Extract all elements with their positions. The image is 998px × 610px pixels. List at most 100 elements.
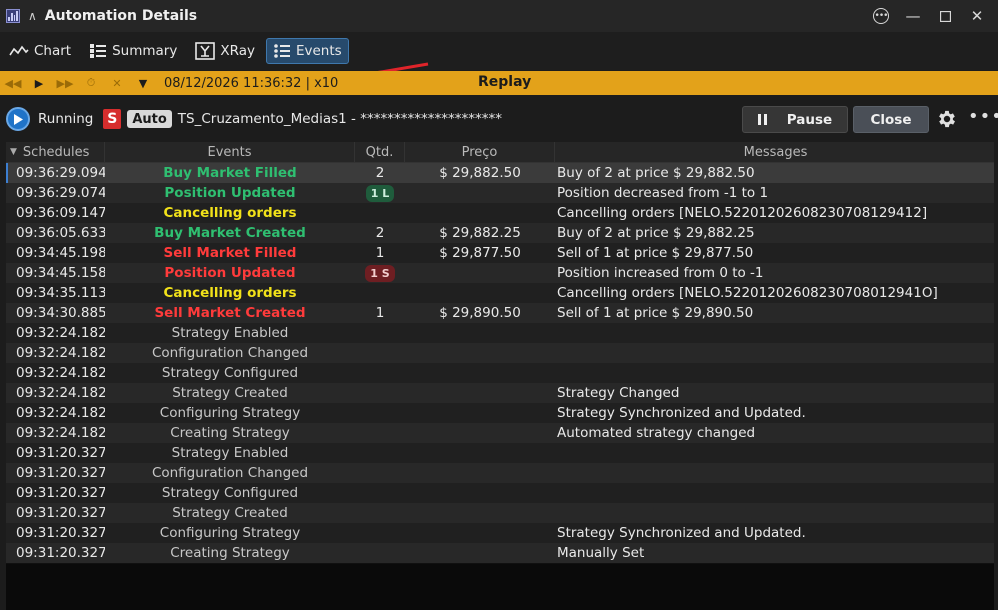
table-row[interactable]: 09:36:29.094 Buy Market Filled 2 $ 29,882.5… xyxy=(6,163,994,183)
minimize-icon[interactable]: — xyxy=(900,3,926,29)
table-row[interactable]: 09:31:20.327 Strategy Configured xyxy=(6,483,994,503)
cell-message: Cancelling orders [NELO.5220120260823070… xyxy=(557,285,938,301)
table-row[interactable]: 09:34:45.158 Position Updated 1 S Position … xyxy=(6,263,994,283)
cell-price xyxy=(405,423,555,443)
tab-chart[interactable]: Chart xyxy=(2,38,78,64)
table-row[interactable]: 09:31:20.327 Configuration Changed xyxy=(6,463,994,483)
cell-message xyxy=(555,323,994,343)
table-row[interactable]: 09:31:20.327 Configuring Strategy Strategy… xyxy=(6,523,994,543)
cell-schedule: 09:32:24.182 xyxy=(16,325,105,341)
stop-icon[interactable]: ✕ xyxy=(104,72,130,94)
cell-schedule: 09:31:20.327 xyxy=(16,465,105,481)
running-play-icon[interactable] xyxy=(6,107,30,131)
cell-qtd xyxy=(355,323,405,343)
collapse-caret-icon[interactable]: ∧ xyxy=(28,9,37,23)
gear-icon[interactable] xyxy=(936,108,958,130)
cell-price xyxy=(405,263,555,283)
table-row[interactable]: 09:31:20.327 Strategy Created xyxy=(6,503,994,523)
cell-event: Strategy Enabled xyxy=(171,325,289,341)
tab-chart-label: Chart xyxy=(34,43,72,59)
tab-xray[interactable]: XRay xyxy=(188,38,262,64)
cell-message: Buy of 2 at price $ 29,882.25 xyxy=(557,225,755,241)
table-row[interactable]: 09:34:35.113 Cancelling orders Cancelling … xyxy=(6,283,994,303)
events-list-icon xyxy=(273,43,291,59)
cell-message: Cancelling orders [NELO.5220120260823070… xyxy=(557,205,928,221)
table-header: ▼ Schedules Events Qtd. Preço Messages xyxy=(6,142,994,163)
replay-label: Replay xyxy=(478,74,532,90)
table-row[interactable]: 09:32:24.182 Configuring Strategy Strategy… xyxy=(6,403,994,423)
header-price[interactable]: Preço xyxy=(405,142,555,162)
table-row[interactable]: 09:32:24.182 Strategy Created Strategy Cha… xyxy=(6,383,994,403)
cell-schedule: 09:34:45.198 xyxy=(16,245,105,261)
cell-qtd: 2 xyxy=(375,165,385,181)
cell-qtd xyxy=(355,543,405,563)
timer-icon[interactable]: ⏱ xyxy=(78,72,104,94)
header-qtd[interactable]: Qtd. xyxy=(355,142,405,162)
cell-price xyxy=(405,203,555,223)
cell-message xyxy=(555,363,994,383)
table-row[interactable]: 09:36:09.147 Cancelling orders Cancelling … xyxy=(6,203,994,223)
cell-price: $ 29,882.50 xyxy=(439,165,521,181)
cell-qtd xyxy=(355,523,405,543)
table-body: 09:36:29.094 Buy Market Filled 2 $ 29,882.5… xyxy=(6,163,994,563)
table-row[interactable]: 09:32:24.182 Strategy Enabled xyxy=(6,323,994,343)
cell-message: Automated strategy changed xyxy=(557,425,756,441)
cell-price xyxy=(405,183,555,203)
cell-event: Creating Strategy xyxy=(170,545,290,561)
play-icon[interactable]: ▶ xyxy=(26,72,52,94)
maximize-icon[interactable] xyxy=(932,3,958,29)
close-button-label: Close xyxy=(870,111,912,128)
cell-price xyxy=(405,503,555,523)
header-events[interactable]: Events xyxy=(105,142,355,162)
line-chart-icon xyxy=(9,45,29,57)
pause-button-label: Pause xyxy=(786,111,833,128)
cell-message: Strategy Synchronized and Updated. xyxy=(557,525,806,541)
table-row[interactable]: 09:32:24.182 Strategy Configured xyxy=(6,363,994,383)
cell-event: Sell Market Created xyxy=(154,305,306,321)
more-options-icon[interactable]: ••• xyxy=(868,3,894,29)
pause-button[interactable]: Pause xyxy=(742,106,848,133)
cell-message: Position decreased from -1 to 1 xyxy=(557,185,769,201)
header-schedules[interactable]: ▼ Schedules xyxy=(6,142,105,162)
cell-price xyxy=(405,463,555,483)
summary-list-icon xyxy=(89,43,107,59)
cell-qtd xyxy=(355,283,405,303)
cell-event: Sell Market Filled xyxy=(163,245,297,261)
tab-summary[interactable]: Summary xyxy=(82,38,184,64)
close-button[interactable]: Close xyxy=(853,106,929,133)
cell-event: Configuring Strategy xyxy=(159,525,301,541)
cell-event: Configuration Changed xyxy=(151,465,309,481)
close-window-icon[interactable]: ✕ xyxy=(964,3,990,29)
table-row[interactable]: 09:34:30.885 Sell Market Created 1 $ 29,890… xyxy=(6,303,994,323)
cell-price xyxy=(405,283,555,303)
cell-schedule: 09:36:05.633 xyxy=(16,225,105,241)
table-row[interactable]: 09:32:24.182 Creating Strategy Automated s… xyxy=(6,423,994,443)
fast-forward-icon[interactable]: ▶▶ xyxy=(52,72,78,94)
window-controls: ••• — ✕ xyxy=(868,0,990,32)
cell-price xyxy=(405,363,555,383)
table-row[interactable]: 09:31:20.327 Strategy Enabled xyxy=(6,443,994,463)
cell-event: Strategy Enabled xyxy=(171,445,289,461)
rewind-icon[interactable]: ◀◀ xyxy=(0,72,26,94)
strategy-s-badge: S xyxy=(103,109,122,129)
cell-message: Sell of 1 at price $ 29,877.50 xyxy=(557,245,754,261)
cell-schedule: 09:31:20.327 xyxy=(16,545,105,561)
status-row: Running S Auto TS_Cruzamento_Medias1 - *… xyxy=(0,100,998,138)
cell-message: Strategy Changed xyxy=(557,385,680,401)
position-pill: 1 S xyxy=(365,264,395,282)
more-menu-icon[interactable]: ••• xyxy=(968,106,998,127)
cell-schedule: 09:31:20.327 xyxy=(16,525,105,541)
table-row[interactable]: 09:36:05.633 Buy Market Created 2 $ 29,882.… xyxy=(6,223,994,243)
cell-price xyxy=(405,483,555,503)
window-title: Automation Details xyxy=(44,8,198,24)
table-row[interactable]: 09:31:20.327 Creating Strategy Manually Se… xyxy=(6,543,994,563)
cell-price xyxy=(405,323,555,343)
table-row[interactable]: 09:32:24.182 Configuration Changed xyxy=(6,343,994,363)
header-messages[interactable]: Messages xyxy=(555,142,994,162)
cell-qtd: 1 L xyxy=(355,183,405,203)
replay-dropdown-icon[interactable]: ▼ xyxy=(130,72,156,94)
tab-xray-label: XRay xyxy=(220,43,255,59)
cell-schedule: 09:34:45.158 xyxy=(16,265,105,281)
table-row[interactable]: 09:36:29.074 Position Updated 1 L Position … xyxy=(6,183,994,203)
table-row[interactable]: 09:34:45.198 Sell Market Filled 1 $ 29,877.… xyxy=(6,243,994,263)
